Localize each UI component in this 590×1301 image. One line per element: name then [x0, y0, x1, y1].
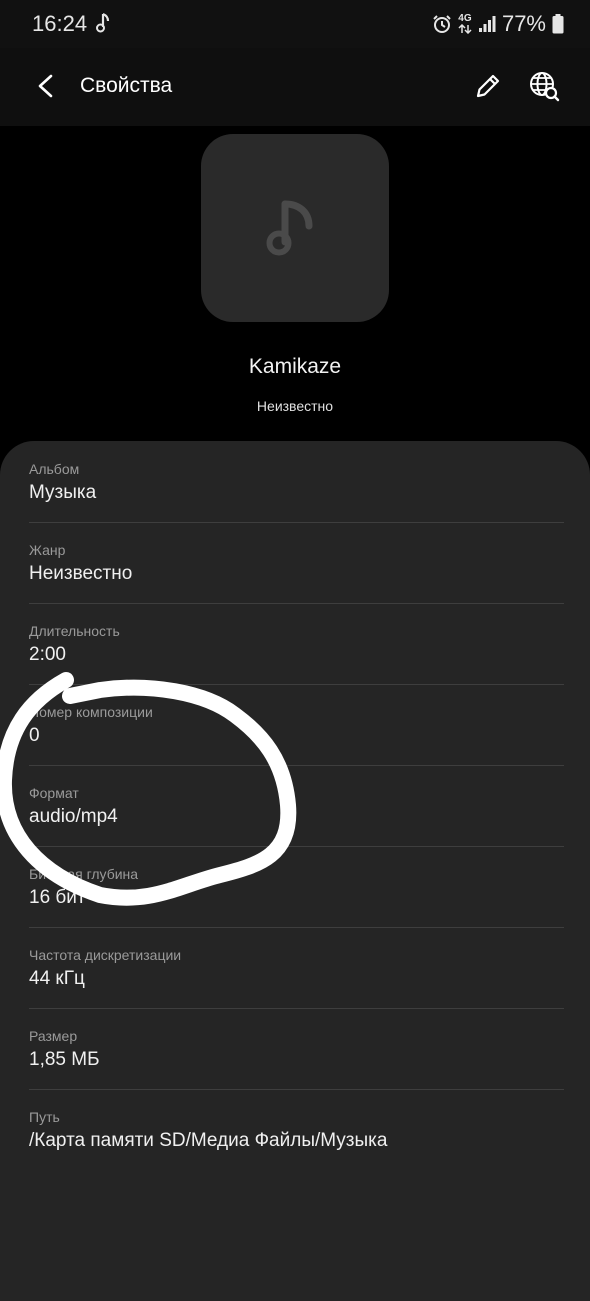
back-arrow-icon	[38, 74, 53, 98]
network-type-icon: 4G	[458, 14, 472, 34]
detail-row-path: Путь /Карта памяти SD/Медиа Файлы/Музыка	[29, 1089, 564, 1170]
music-note-icon	[266, 200, 313, 256]
app-bar: Свойства	[0, 48, 590, 126]
detail-row-bit-depth: Битовая глубина 16 бит	[29, 846, 564, 928]
detail-label: Формат	[29, 785, 79, 801]
status-bar: 16:24 4G 77%	[0, 0, 590, 48]
track-title: Kamikaze	[248, 355, 342, 378]
detail-label: Номер композиции	[29, 704, 153, 720]
pencil-icon	[476, 74, 500, 98]
detail-value: 16 бит	[29, 887, 86, 908]
detail-row-genre: Жанр Неизвестно	[29, 522, 564, 604]
battery-percent: 77%	[501, 11, 546, 36]
detail-value: audio/mp4	[29, 806, 118, 827]
battery-icon	[552, 14, 564, 34]
music-note-status-icon	[96, 12, 112, 34]
page-title: Свойства	[80, 74, 173, 97]
detail-label: Путь	[29, 1109, 60, 1125]
detail-value: 1,85 МБ	[29, 1049, 100, 1070]
track-artist: Неизвестно	[256, 398, 334, 414]
detail-row-track-number: Номер композиции 0	[29, 684, 564, 766]
detail-label: Альбом	[29, 461, 80, 477]
details-card: Альбом Музыка Жанр Неизвестно Длительнос…	[0, 441, 590, 1301]
detail-value: /Карта памяти SD/Медиа Файлы/Музыка	[29, 1130, 388, 1151]
network-type-label: 4G	[458, 13, 472, 24]
detail-value: 44 кГц	[29, 968, 85, 989]
detail-label: Длительность	[29, 623, 120, 639]
globe-search-icon	[530, 72, 560, 102]
detail-row-album: Альбом Музыка	[29, 441, 564, 523]
detail-label: Размер	[29, 1028, 78, 1044]
edit-button[interactable]	[470, 68, 506, 104]
detail-row-format: Формат audio/mp4	[29, 765, 564, 847]
status-icons: 4G 77%	[432, 10, 564, 38]
alarm-icon	[432, 14, 452, 34]
detail-label: Частота дискретизации	[29, 947, 182, 963]
detail-value: 0	[29, 725, 40, 746]
detail-value: Неизвестно	[29, 563, 133, 584]
detail-label: Жанр	[29, 542, 66, 558]
status-time: 16:24	[32, 11, 88, 36]
detail-value: 2:00	[29, 644, 66, 665]
detail-row-size: Размер 1,85 МБ	[29, 1008, 564, 1090]
detail-row-sample-rate: Частота дискретизации 44 кГц	[29, 927, 564, 1009]
detail-row-duration: Длительность 2:00	[29, 603, 564, 685]
web-search-button[interactable]	[526, 68, 562, 104]
signal-icon	[478, 15, 496, 33]
album-art	[201, 134, 389, 322]
back-button[interactable]	[28, 68, 64, 104]
detail-label: Битовая глубина	[29, 866, 139, 882]
detail-value: Музыка	[29, 482, 97, 503]
